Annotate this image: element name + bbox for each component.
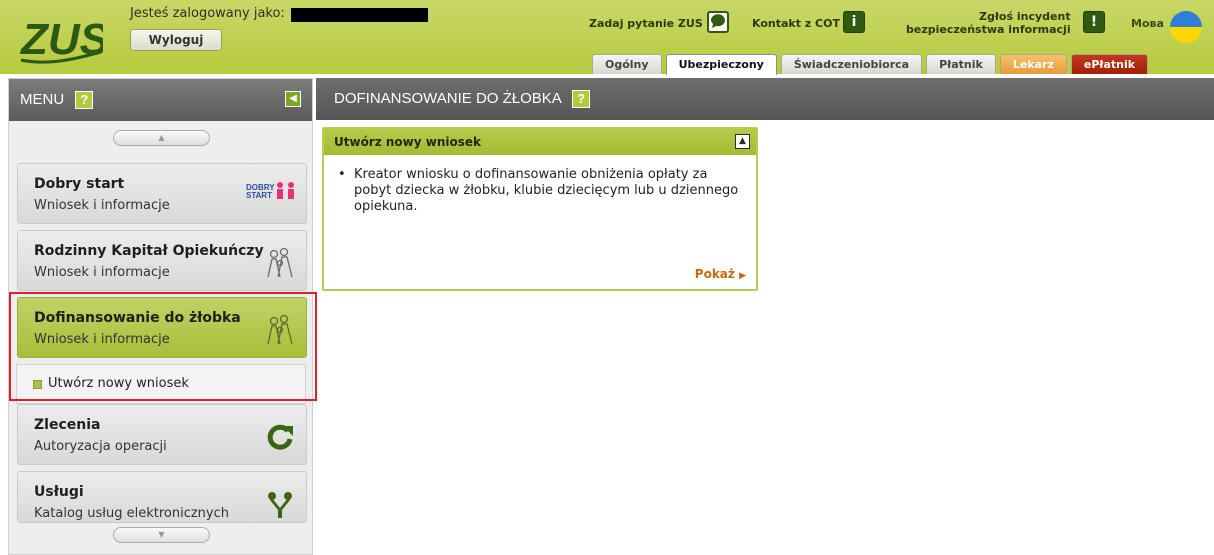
top-header: ZUS Jesteś zalogowany jako: Wyloguj Zada… xyxy=(0,0,1214,75)
alert-icon[interactable]: ! xyxy=(1083,11,1105,33)
collapse-menu-icon[interactable]: ◀ xyxy=(285,91,301,107)
sidebar-item-title: Rodzinny Kapitał Opiekuńczy xyxy=(34,243,264,259)
show-more-link[interactable]: Pokaż ▶ xyxy=(695,267,746,281)
menu-title: MENU xyxy=(20,91,65,108)
services-icon xyxy=(264,488,296,520)
logged-in-username-redacted xyxy=(291,8,428,22)
svg-text:ZUS: ZUS xyxy=(19,15,103,64)
report-incident-line1: Zgłoś incydent xyxy=(979,10,1071,23)
sidebar-item-subtitle: Wniosek i informacje xyxy=(34,265,170,280)
page-title: DOFINANSOWANIE DO ŻŁOBKA xyxy=(334,90,561,107)
show-more-label: Pokaż xyxy=(694,267,735,281)
info-icon[interactable]: i xyxy=(843,11,865,33)
language-ukrainian-link[interactable]: Мова xyxy=(1131,17,1164,30)
sidebar-item-uslugi[interactable]: Usługi Katalog usług elektronicznych xyxy=(17,471,307,523)
ukraine-flag-icon[interactable] xyxy=(1170,11,1202,43)
page-header: DOFINANSOWANIE DO ŻŁOBKA ? xyxy=(316,78,1214,120)
sidebar-item-zlecenia[interactable]: Zlecenia Autoryzacja operacji xyxy=(17,404,307,465)
card-description: Kreator wniosku o dofinansowanie obniżen… xyxy=(324,155,756,215)
refresh-icon xyxy=(264,421,296,453)
svg-text:START: START xyxy=(246,191,272,200)
tab-eplatnik[interactable]: ePłatnik xyxy=(1070,54,1149,74)
logout-button[interactable]: Wyloguj xyxy=(130,29,222,51)
scroll-up-button[interactable]: ▲ xyxy=(113,130,210,146)
report-incident-line2: bezpieczeństwa informacji xyxy=(906,23,1071,36)
tab-ubezpieczony[interactable]: Ubezpieczony xyxy=(665,54,777,75)
sidebar-item-dobry-start[interactable]: Dobry start Wniosek i informacje DOBRY S… xyxy=(17,163,307,224)
tab-swiadczeniobiorca[interactable]: Świadczeniobiorca xyxy=(780,54,923,74)
sidebar-item-title: Dobry start xyxy=(34,176,125,192)
scroll-down-button[interactable]: ▼ xyxy=(113,527,210,543)
role-tabs: Ogólny Ubezpieczony Świadczeniobiorca Pł… xyxy=(588,54,1149,75)
report-incident-link[interactable]: Zgłoś incydent bezpieczeństwa informacji xyxy=(906,10,1071,36)
card-title: Utwórz nowy wniosek xyxy=(334,135,482,149)
sidebar-item-subtitle: Katalog usług elektronicznych xyxy=(34,506,229,521)
triangle-right-icon: ▶ xyxy=(739,271,746,281)
card-header: Utwórz nowy wniosek ▲ xyxy=(324,129,756,155)
sidebar-item-title: Usługi xyxy=(34,484,84,500)
menu-header: MENU ? ◀ xyxy=(9,79,312,121)
contact-cot-link[interactable]: Kontakt z COT xyxy=(752,17,840,30)
help-icon[interactable]: ? xyxy=(75,91,94,110)
ask-zus-link[interactable]: Zadaj pytanie ZUS xyxy=(589,17,703,30)
sidebar-item-rodzinny-kapital[interactable]: Rodzinny Kapitał Opiekuńczy Wniosek i in… xyxy=(17,230,307,291)
zus-logo[interactable]: ZUS xyxy=(19,8,109,68)
create-application-card: Utwórz nowy wniosek ▲ Kreator wniosku o … xyxy=(322,127,758,291)
logged-in-label: Jesteś zalogowany jako: xyxy=(130,6,285,21)
tab-platnik[interactable]: Płatnik xyxy=(926,54,996,74)
family-icon xyxy=(264,247,296,279)
sidebar-item-subtitle: Autoryzacja operacji xyxy=(34,439,167,454)
tab-ogolny[interactable]: Ogólny xyxy=(592,54,662,74)
sidebar-item-subtitle: Wniosek i informacje xyxy=(34,198,170,213)
red-highlight-frame xyxy=(9,292,317,401)
help-icon[interactable]: ? xyxy=(572,90,591,109)
collapse-card-icon[interactable]: ▲ xyxy=(735,134,750,149)
tab-lekarz[interactable]: Lekarz xyxy=(999,54,1067,74)
chat-icon[interactable] xyxy=(707,11,729,33)
sidebar-item-title: Zlecenia xyxy=(34,417,101,433)
dobry-start-logo-icon: DOBRY START xyxy=(246,180,298,212)
